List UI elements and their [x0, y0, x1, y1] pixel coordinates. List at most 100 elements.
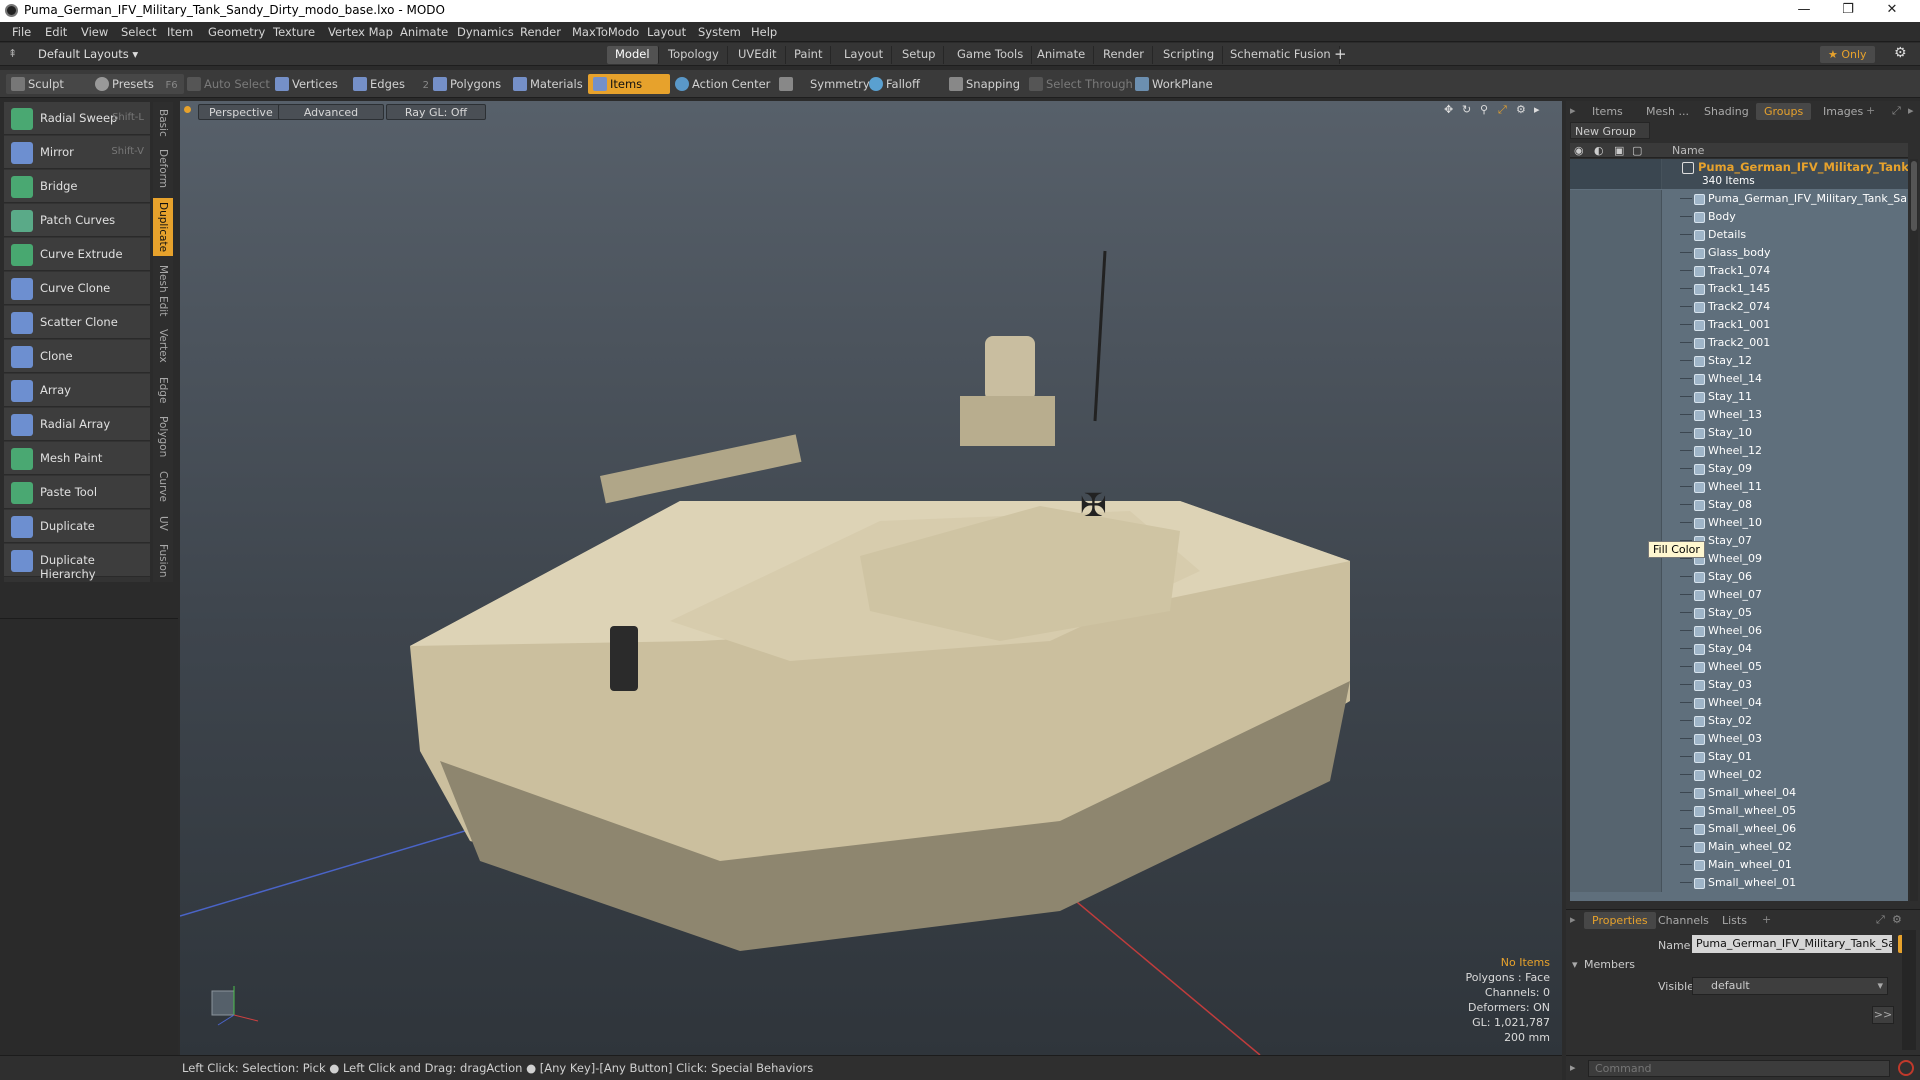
- tool-radial-array[interactable]: Radial Array: [4, 408, 150, 441]
- side-tab-fusion[interactable]: Fusion: [153, 540, 173, 582]
- add-props-tab-icon[interactable]: +: [1762, 913, 1771, 926]
- visibility-eye-icon[interactable]: ◉: [1574, 144, 1584, 157]
- list-item[interactable]: Wheel_04: [1570, 694, 1908, 712]
- tab-shading[interactable]: Shading: [1696, 103, 1757, 120]
- menu-layout[interactable]: Layout: [647, 25, 686, 39]
- list-item[interactable]: Stay_04: [1570, 640, 1908, 658]
- tool-paste-tool[interactable]: Paste Tool: [4, 476, 150, 509]
- list-item[interactable]: Wheel_05: [1570, 658, 1908, 676]
- list-item[interactable]: Track1_074: [1570, 262, 1908, 280]
- list-item[interactable]: Stay_12: [1570, 352, 1908, 370]
- tank-model[interactable]: ✠: [180, 101, 1562, 1055]
- list-item[interactable]: Wheel_07: [1570, 586, 1908, 604]
- list-scrollbar[interactable]: [1910, 159, 1918, 901]
- side-tab-edge[interactable]: Edge: [153, 372, 173, 408]
- tab-channels[interactable]: Channels: [1650, 912, 1717, 929]
- command-history-icon[interactable]: [1898, 1060, 1914, 1076]
- list-item[interactable]: Glass_body: [1570, 244, 1908, 262]
- list-item[interactable]: Wheel_12: [1570, 442, 1908, 460]
- props-menu-icon[interactable]: ▸: [1570, 913, 1576, 926]
- gear-icon[interactable]: ⚙: [1894, 45, 1907, 61]
- workplane-button[interactable]: WorkPlane: [1130, 74, 1219, 94]
- scrollbar-thumb[interactable]: [1911, 161, 1917, 231]
- tool-clone[interactable]: Clone: [4, 340, 150, 373]
- side-tab-vertex[interactable]: Vertex: [153, 324, 173, 368]
- symmetry-button[interactable]: Symmetry: [774, 74, 876, 94]
- list-item[interactable]: Wheel_02: [1570, 766, 1908, 784]
- menu-system[interactable]: System: [698, 25, 741, 39]
- menu-dynamics[interactable]: Dynamics: [457, 25, 514, 39]
- menu-geometry[interactable]: Geometry: [208, 25, 265, 39]
- list-item[interactable]: Stay_03: [1570, 676, 1908, 694]
- tab-model[interactable]: Model: [607, 46, 659, 64]
- menu-texture[interactable]: Texture: [273, 25, 315, 39]
- tab-uvedit[interactable]: UVEdit: [730, 46, 786, 64]
- polygons-button[interactable]: Polygons: [428, 74, 507, 94]
- edges-button[interactable]: Edges 2: [348, 74, 435, 94]
- list-item[interactable]: Stay_11: [1570, 388, 1908, 406]
- list-item[interactable]: Stay_10: [1570, 424, 1908, 442]
- list-item[interactable]: Stay_08: [1570, 496, 1908, 514]
- list-item[interactable]: Stay_09: [1570, 460, 1908, 478]
- side-tab-mesh-edit[interactable]: Mesh Edit: [153, 262, 173, 320]
- name-column-header[interactable]: Name: [1672, 144, 1704, 157]
- tool-scatter-clone[interactable]: Scatter Clone: [4, 306, 150, 339]
- members-collapse-icon[interactable]: ▾: [1572, 958, 1578, 971]
- expand-panel-icon[interactable]: ⤢: [1892, 104, 1901, 118]
- panel-menu-icon[interactable]: ▸: [1570, 104, 1576, 117]
- tool-patch-curves[interactable]: Patch Curves: [4, 204, 150, 237]
- list-item[interactable]: Stay_02: [1570, 712, 1908, 730]
- members-section[interactable]: Members: [1584, 958, 1635, 971]
- list-item[interactable]: Main_wheel_02: [1570, 838, 1908, 856]
- list-item[interactable]: Small_wheel_05: [1570, 802, 1908, 820]
- tab-scripting[interactable]: Scripting: [1155, 46, 1224, 64]
- default-layouts-dropdown[interactable]: Default Layouts ▾: [38, 47, 138, 61]
- list-item[interactable]: Wheel_03: [1570, 730, 1908, 748]
- list-item[interactable]: Wheel_06: [1570, 622, 1908, 640]
- render-icon[interactable]: ◐: [1594, 144, 1604, 157]
- list-item[interactable]: Wheel_13: [1570, 406, 1908, 424]
- tab-layout[interactable]: Layout: [836, 46, 893, 64]
- minimize-button[interactable]: —: [1782, 0, 1826, 22]
- menu-animate[interactable]: Animate: [400, 25, 448, 39]
- tab-groups[interactable]: Groups: [1756, 103, 1812, 120]
- list-item[interactable]: Details: [1570, 226, 1908, 244]
- tool-mirror[interactable]: Mirror Shift-V: [4, 136, 150, 169]
- lock-icon[interactable]: ▣: [1614, 144, 1624, 157]
- tab-schematic-fusion[interactable]: Schematic Fusion: [1222, 46, 1340, 64]
- tool-duplicate[interactable]: Duplicate: [4, 510, 150, 543]
- tab-mesh[interactable]: Mesh ...: [1638, 103, 1697, 120]
- group-row[interactable]: Puma_German_IFV_Military_Tank... 340 Ite…: [1570, 159, 1908, 189]
- list-item[interactable]: Puma_German_IFV_Military_Tank_Sa ...: [1570, 190, 1908, 208]
- menu-edit[interactable]: Edit: [45, 25, 67, 39]
- list-item[interactable]: Stay_07: [1570, 532, 1908, 550]
- list-item[interactable]: Track1_145: [1570, 280, 1908, 298]
- tab-game-tools[interactable]: Game Tools: [949, 46, 1033, 64]
- select-icon[interactable]: ▢: [1632, 144, 1642, 157]
- side-tab-basic[interactable]: Basic: [153, 106, 173, 140]
- list-item[interactable]: Track1_001: [1570, 316, 1908, 334]
- list-item[interactable]: Main_wheel_01: [1570, 856, 1908, 874]
- list-item[interactable]: Small_wheel_01: [1570, 874, 1908, 892]
- tab-render[interactable]: Render: [1095, 46, 1153, 64]
- list-item[interactable]: Wheel_11: [1570, 478, 1908, 496]
- menu-render[interactable]: Render: [520, 25, 561, 39]
- tab-images[interactable]: Images: [1815, 103, 1871, 120]
- list-item[interactable]: Small_wheel_04: [1570, 784, 1908, 802]
- list-item[interactable]: Wheel_14: [1570, 370, 1908, 388]
- list-item[interactable]: Stay_05: [1570, 604, 1908, 622]
- menu-view[interactable]: View: [81, 25, 108, 39]
- menu-maxtomodo[interactable]: MaxToModo: [572, 25, 639, 39]
- menu-vertex-map[interactable]: Vertex Map: [328, 25, 393, 39]
- list-item[interactable]: Small_wheel_06: [1570, 820, 1908, 838]
- tool-duplicate-hierarchy[interactable]: Duplicate Hierarchy: [4, 544, 150, 581]
- list-item[interactable]: Body: [1570, 208, 1908, 226]
- select-through-button[interactable]: Select Through: [1024, 74, 1139, 94]
- menu-select[interactable]: Select: [121, 25, 156, 39]
- materials-button[interactable]: Materials: [508, 74, 589, 94]
- visible-dropdown[interactable]: default ▾: [1692, 977, 1888, 995]
- tab-paint[interactable]: Paint: [786, 46, 832, 64]
- tab-setup[interactable]: Setup: [894, 46, 945, 64]
- presets-button[interactable]: Presets F6: [90, 74, 184, 94]
- falloff-button[interactable]: Falloff: [864, 74, 926, 94]
